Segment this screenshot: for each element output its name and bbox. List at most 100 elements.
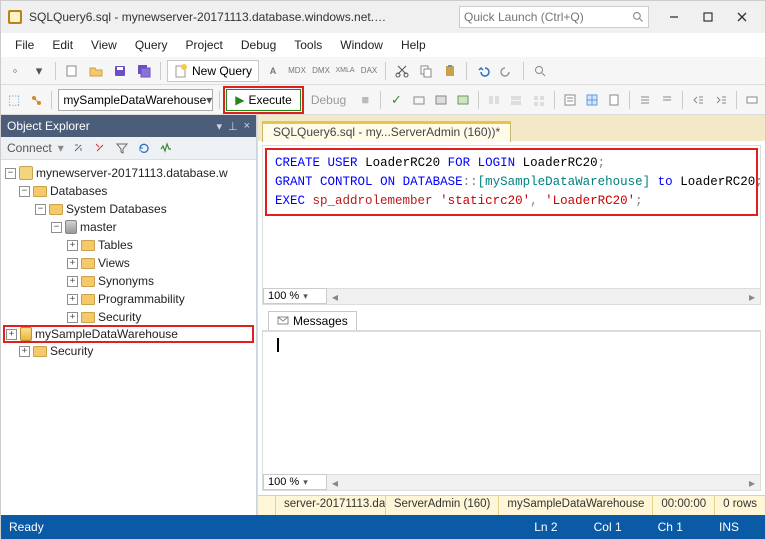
connect-toolbar: Connect ▾ bbox=[1, 137, 256, 160]
messages-icon bbox=[277, 315, 289, 327]
close-button[interactable] bbox=[725, 5, 759, 29]
decrease-indent-icon[interactable] bbox=[689, 90, 707, 110]
folder-icon bbox=[81, 276, 95, 287]
maximize-button[interactable] bbox=[691, 5, 725, 29]
database-selector[interactable]: mySampleDataWarehouse ▾ bbox=[58, 89, 213, 111]
refresh-icon[interactable] bbox=[136, 140, 152, 156]
connect-icon[interactable] bbox=[70, 140, 86, 156]
editor-tab-sqlquery6[interactable]: SQLQuery6.sql - my...ServerAdmin (160))* bbox=[262, 121, 511, 142]
status-db: mySampleDataWarehouse bbox=[499, 496, 653, 515]
status-ins: INS bbox=[701, 520, 757, 534]
xmla-icon[interactable]: XMLA bbox=[335, 61, 355, 81]
tree-programmability-node[interactable]: +Programmability bbox=[3, 290, 254, 308]
tree-security-node[interactable]: +Security bbox=[3, 308, 254, 326]
menu-query[interactable]: Query bbox=[127, 36, 176, 54]
increase-indent-icon[interactable] bbox=[712, 90, 730, 110]
menu-help[interactable]: Help bbox=[393, 36, 434, 54]
results-to-text-icon[interactable] bbox=[561, 90, 579, 110]
folder-icon bbox=[33, 346, 47, 357]
new-query-icon bbox=[174, 64, 188, 78]
activity-monitor-icon[interactable] bbox=[158, 140, 174, 156]
messages-tab[interactable]: Messages bbox=[268, 311, 357, 330]
new-query-button[interactable]: New Query bbox=[167, 60, 259, 82]
code-content[interactable]: CREATE USER LoaderRC20 FOR LOGIN LoaderR… bbox=[265, 148, 758, 216]
menu-view[interactable]: View bbox=[83, 36, 125, 54]
specify-values-icon[interactable] bbox=[743, 90, 761, 110]
new-project-icon[interactable] bbox=[62, 61, 82, 81]
window-position-icon[interactable]: ▾ bbox=[216, 120, 222, 133]
disconnect-icon[interactable] bbox=[92, 140, 108, 156]
results-tabstrip: Messages bbox=[262, 309, 761, 331]
tree-security-top-node[interactable]: +Security bbox=[3, 342, 254, 360]
zoom-selector[interactable]: 100 %▾ bbox=[263, 288, 327, 304]
cut-icon[interactable] bbox=[392, 61, 412, 81]
pin-icon[interactable]: ⊥ bbox=[228, 120, 238, 133]
text-cursor bbox=[277, 338, 278, 352]
menu-file[interactable]: File bbox=[7, 36, 42, 54]
menu-bar: File Edit View Query Project Debug Tools… bbox=[1, 33, 765, 57]
menu-window[interactable]: Window bbox=[332, 36, 391, 54]
cancel-query-icon[interactable]: ■ bbox=[356, 90, 374, 110]
minimize-button[interactable] bbox=[657, 5, 691, 29]
editor-tabstrip: SQLQuery6.sql - my...ServerAdmin (160))* bbox=[258, 115, 765, 141]
folder-icon bbox=[81, 240, 95, 251]
object-explorer-tree[interactable]: −mynewserver-20171113.database.w −Databa… bbox=[1, 160, 256, 515]
filter-icon[interactable] bbox=[114, 140, 130, 156]
tree-system-databases-node[interactable]: −System Databases bbox=[3, 200, 254, 218]
status-server: server-20171113.databa... bbox=[276, 496, 386, 515]
change-type-icon[interactable]: ⬚ bbox=[5, 90, 23, 110]
database-icon bbox=[65, 220, 77, 234]
zoom-selector-2[interactable]: 100 %▾ bbox=[263, 474, 327, 490]
messages-panel[interactable]: 100 %▾ ◂▸ bbox=[262, 331, 761, 491]
results-to-file-icon[interactable] bbox=[605, 90, 623, 110]
save-all-icon[interactable] bbox=[134, 61, 154, 81]
change-connection-icon[interactable] bbox=[27, 90, 45, 110]
menu-project[interactable]: Project bbox=[178, 36, 231, 54]
uncomment-icon[interactable] bbox=[658, 90, 676, 110]
include-client-stats-icon[interactable] bbox=[529, 90, 547, 110]
save-icon[interactable] bbox=[110, 61, 130, 81]
dmx-icon[interactable]: DMX bbox=[311, 61, 331, 81]
paste-icon[interactable] bbox=[440, 61, 460, 81]
mdx-icon[interactable]: MDX bbox=[287, 61, 307, 81]
include-live-stats-icon[interactable] bbox=[507, 90, 525, 110]
menu-tools[interactable]: Tools bbox=[286, 36, 330, 54]
status-user: ServerAdmin (160) bbox=[386, 496, 500, 515]
quick-launch-input[interactable] bbox=[464, 10, 632, 24]
close-panel-icon[interactable]: × bbox=[244, 120, 250, 133]
tree-databases-node[interactable]: −Databases bbox=[3, 182, 254, 200]
nav-fwd-icon[interactable]: ▾ bbox=[29, 61, 49, 81]
redo-icon[interactable] bbox=[497, 61, 517, 81]
dax-icon[interactable]: DAX bbox=[359, 61, 379, 81]
tree-synonyms-node[interactable]: +Synonyms bbox=[3, 272, 254, 290]
quick-launch-box[interactable] bbox=[459, 6, 649, 28]
intellisense-icon[interactable] bbox=[454, 90, 472, 110]
code-editor[interactable]: CREATE USER LoaderRC20 FOR LOGIN LoaderR… bbox=[262, 145, 761, 305]
menu-debug[interactable]: Debug bbox=[233, 36, 284, 54]
undo-icon[interactable] bbox=[473, 61, 493, 81]
horizontal-scrollbar[interactable]: ◂▸ bbox=[263, 288, 760, 304]
display-plan-icon[interactable] bbox=[410, 90, 428, 110]
include-actual-plan-icon[interactable] bbox=[485, 90, 503, 110]
find-icon[interactable] bbox=[530, 61, 550, 81]
debug-button[interactable]: Debug bbox=[305, 93, 352, 107]
tree-server-node[interactable]: −mynewserver-20171113.database.w bbox=[3, 164, 254, 182]
query-options-icon[interactable] bbox=[432, 90, 450, 110]
parse-icon[interactable]: ✓ bbox=[387, 90, 405, 110]
xml-icon[interactable]: A bbox=[263, 61, 283, 81]
results-to-grid-icon[interactable] bbox=[583, 90, 601, 110]
tree-master-node[interactable]: −master bbox=[3, 218, 254, 236]
copy-icon[interactable] bbox=[416, 61, 436, 81]
horizontal-scrollbar-2[interactable]: ◂▸ bbox=[263, 474, 760, 490]
status-ready: Ready bbox=[9, 520, 74, 534]
connect-label[interactable]: Connect bbox=[7, 141, 52, 155]
nav-back-icon[interactable]: ◦ bbox=[5, 61, 25, 81]
database-icon bbox=[20, 327, 32, 341]
menu-edit[interactable]: Edit bbox=[44, 36, 81, 54]
execute-button[interactable]: ▶ Execute bbox=[226, 89, 301, 111]
tree-tables-node[interactable]: +Tables bbox=[3, 236, 254, 254]
tree-views-node[interactable]: +Views bbox=[3, 254, 254, 272]
comment-icon[interactable] bbox=[636, 90, 654, 110]
tree-my-dw-node[interactable]: +mySampleDataWarehouse bbox=[3, 325, 254, 343]
open-icon[interactable] bbox=[86, 61, 106, 81]
